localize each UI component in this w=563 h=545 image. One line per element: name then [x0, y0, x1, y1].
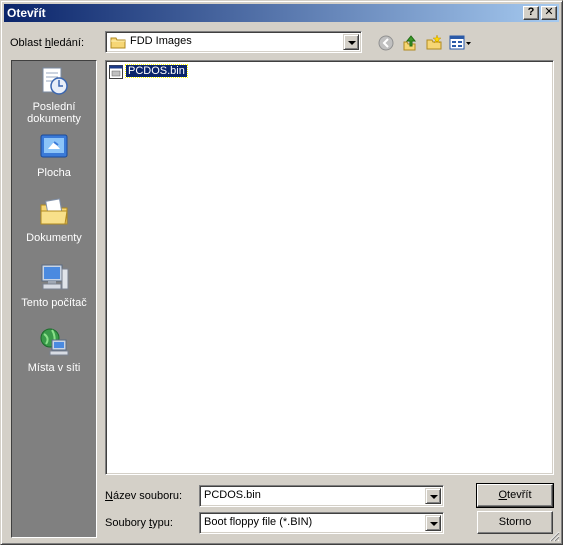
place-desktop[interactable]: Plocha	[12, 131, 96, 179]
place-label: Místa v síti	[27, 362, 81, 374]
filename-input[interactable]: PCDOS.bin	[204, 489, 261, 501]
chevron-down-icon[interactable]	[425, 488, 441, 504]
place-network-places[interactable]: Místa v síti	[12, 326, 96, 374]
my-documents-icon	[40, 198, 68, 225]
place-label: Poslední dokumenty	[27, 101, 81, 125]
window-title: Otevřít	[7, 6, 46, 20]
place-label: Plocha	[37, 167, 71, 179]
back-button[interactable]	[377, 34, 397, 52]
lookin-dropdown[interactable]: FDD Images	[105, 31, 362, 53]
my-computer-icon	[41, 264, 69, 290]
help-icon: ?	[527, 6, 535, 18]
folder-icon	[110, 37, 126, 49]
close-button[interactable]: ✕	[541, 6, 557, 20]
filetype-label: Soubory typu:	[105, 517, 173, 529]
new-folder-button[interactable]	[425, 34, 445, 52]
up-folder-button[interactable]	[401, 34, 421, 52]
filename-label: Název souboru:	[105, 490, 183, 502]
file-list[interactable]: PCDOS.bin	[105, 60, 554, 475]
view-menu-icon	[449, 35, 471, 50]
close-icon: ✕	[544, 6, 554, 18]
lookin-label: Oblast hledání:	[10, 37, 85, 49]
bin-file-icon	[109, 65, 123, 79]
place-my-documents[interactable]: Dokumenty	[12, 196, 96, 244]
filetype-value: Boot floppy file (*.BIN)	[204, 516, 313, 528]
lookin-value: FDD Images	[130, 35, 192, 47]
open-button[interactable]: Otevřít	[476, 483, 554, 508]
open-dialog: Otevřít ? ✕ Oblast hledání: FDD Images P…	[0, 0, 563, 545]
file-name: PCDOS.bin	[125, 64, 188, 78]
cancel-button[interactable]: Storno	[477, 511, 553, 534]
recent-documents-icon	[42, 67, 68, 95]
views-menu-button[interactable]	[449, 34, 473, 52]
filetype-dropdown[interactable]: Boot floppy file (*.BIN)	[199, 512, 444, 534]
new-folder-icon	[426, 34, 442, 50]
back-arrow-icon	[378, 35, 394, 51]
place-my-computer[interactable]: Tento počítač	[12, 261, 96, 309]
place-recent-documents[interactable]: Poslední dokumenty	[12, 65, 96, 125]
network-places-icon	[40, 328, 69, 356]
title-bar[interactable]: Otevřít ? ✕	[4, 4, 559, 22]
up-folder-icon	[403, 35, 417, 51]
place-label: Tento počítač	[21, 297, 87, 309]
chevron-down-icon[interactable]	[343, 34, 359, 50]
chevron-down-icon[interactable]	[425, 515, 441, 531]
desktop-icon	[40, 134, 68, 158]
filename-combo[interactable]: PCDOS.bin	[199, 485, 444, 507]
help-button[interactable]: ?	[523, 6, 539, 20]
place-label: Dokumenty	[26, 232, 82, 244]
places-bar: Poslední dokumenty Plocha Dokumenty Tent…	[11, 60, 97, 538]
resize-grip-icon[interactable]	[548, 530, 560, 542]
